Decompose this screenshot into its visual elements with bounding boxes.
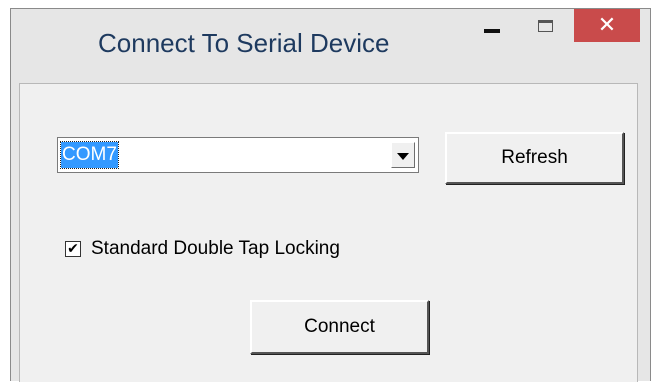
connect-dialog-window: Connect To Serial Device ✕ COM7 Refresh … — [10, 8, 651, 382]
double-tap-locking-checkbox[interactable]: ✔ — [65, 241, 81, 257]
serial-port-dropdown[interactable]: COM7 — [57, 137, 419, 173]
close-icon: ✕ — [597, 12, 617, 38]
selected-port-value: COM7 — [60, 141, 119, 169]
chevron-down-icon — [397, 152, 409, 160]
standard-double-tap-locking-option[interactable]: ✔ Standard Double Tap Locking — [65, 238, 340, 260]
title-bar[interactable]: Connect To Serial Device ✕ — [11, 9, 650, 76]
window-title: Connect To Serial Device — [98, 28, 390, 58]
connect-button[interactable]: Connect — [250, 300, 429, 354]
minimize-button[interactable] — [466, 9, 518, 41]
minimize-icon — [484, 29, 500, 33]
close-button[interactable]: ✕ — [574, 9, 640, 42]
double-tap-locking-label[interactable]: Standard Double Tap Locking — [91, 238, 340, 260]
maximize-button[interactable] — [519, 9, 571, 41]
dialog-client-area: COM7 Refresh ✔ Standard Double Tap Locki… — [19, 83, 638, 382]
dropdown-arrow-button[interactable] — [391, 142, 415, 168]
checkmark-icon: ✔ — [67, 241, 79, 257]
refresh-button[interactable]: Refresh — [445, 132, 624, 184]
maximize-icon — [537, 20, 553, 32]
